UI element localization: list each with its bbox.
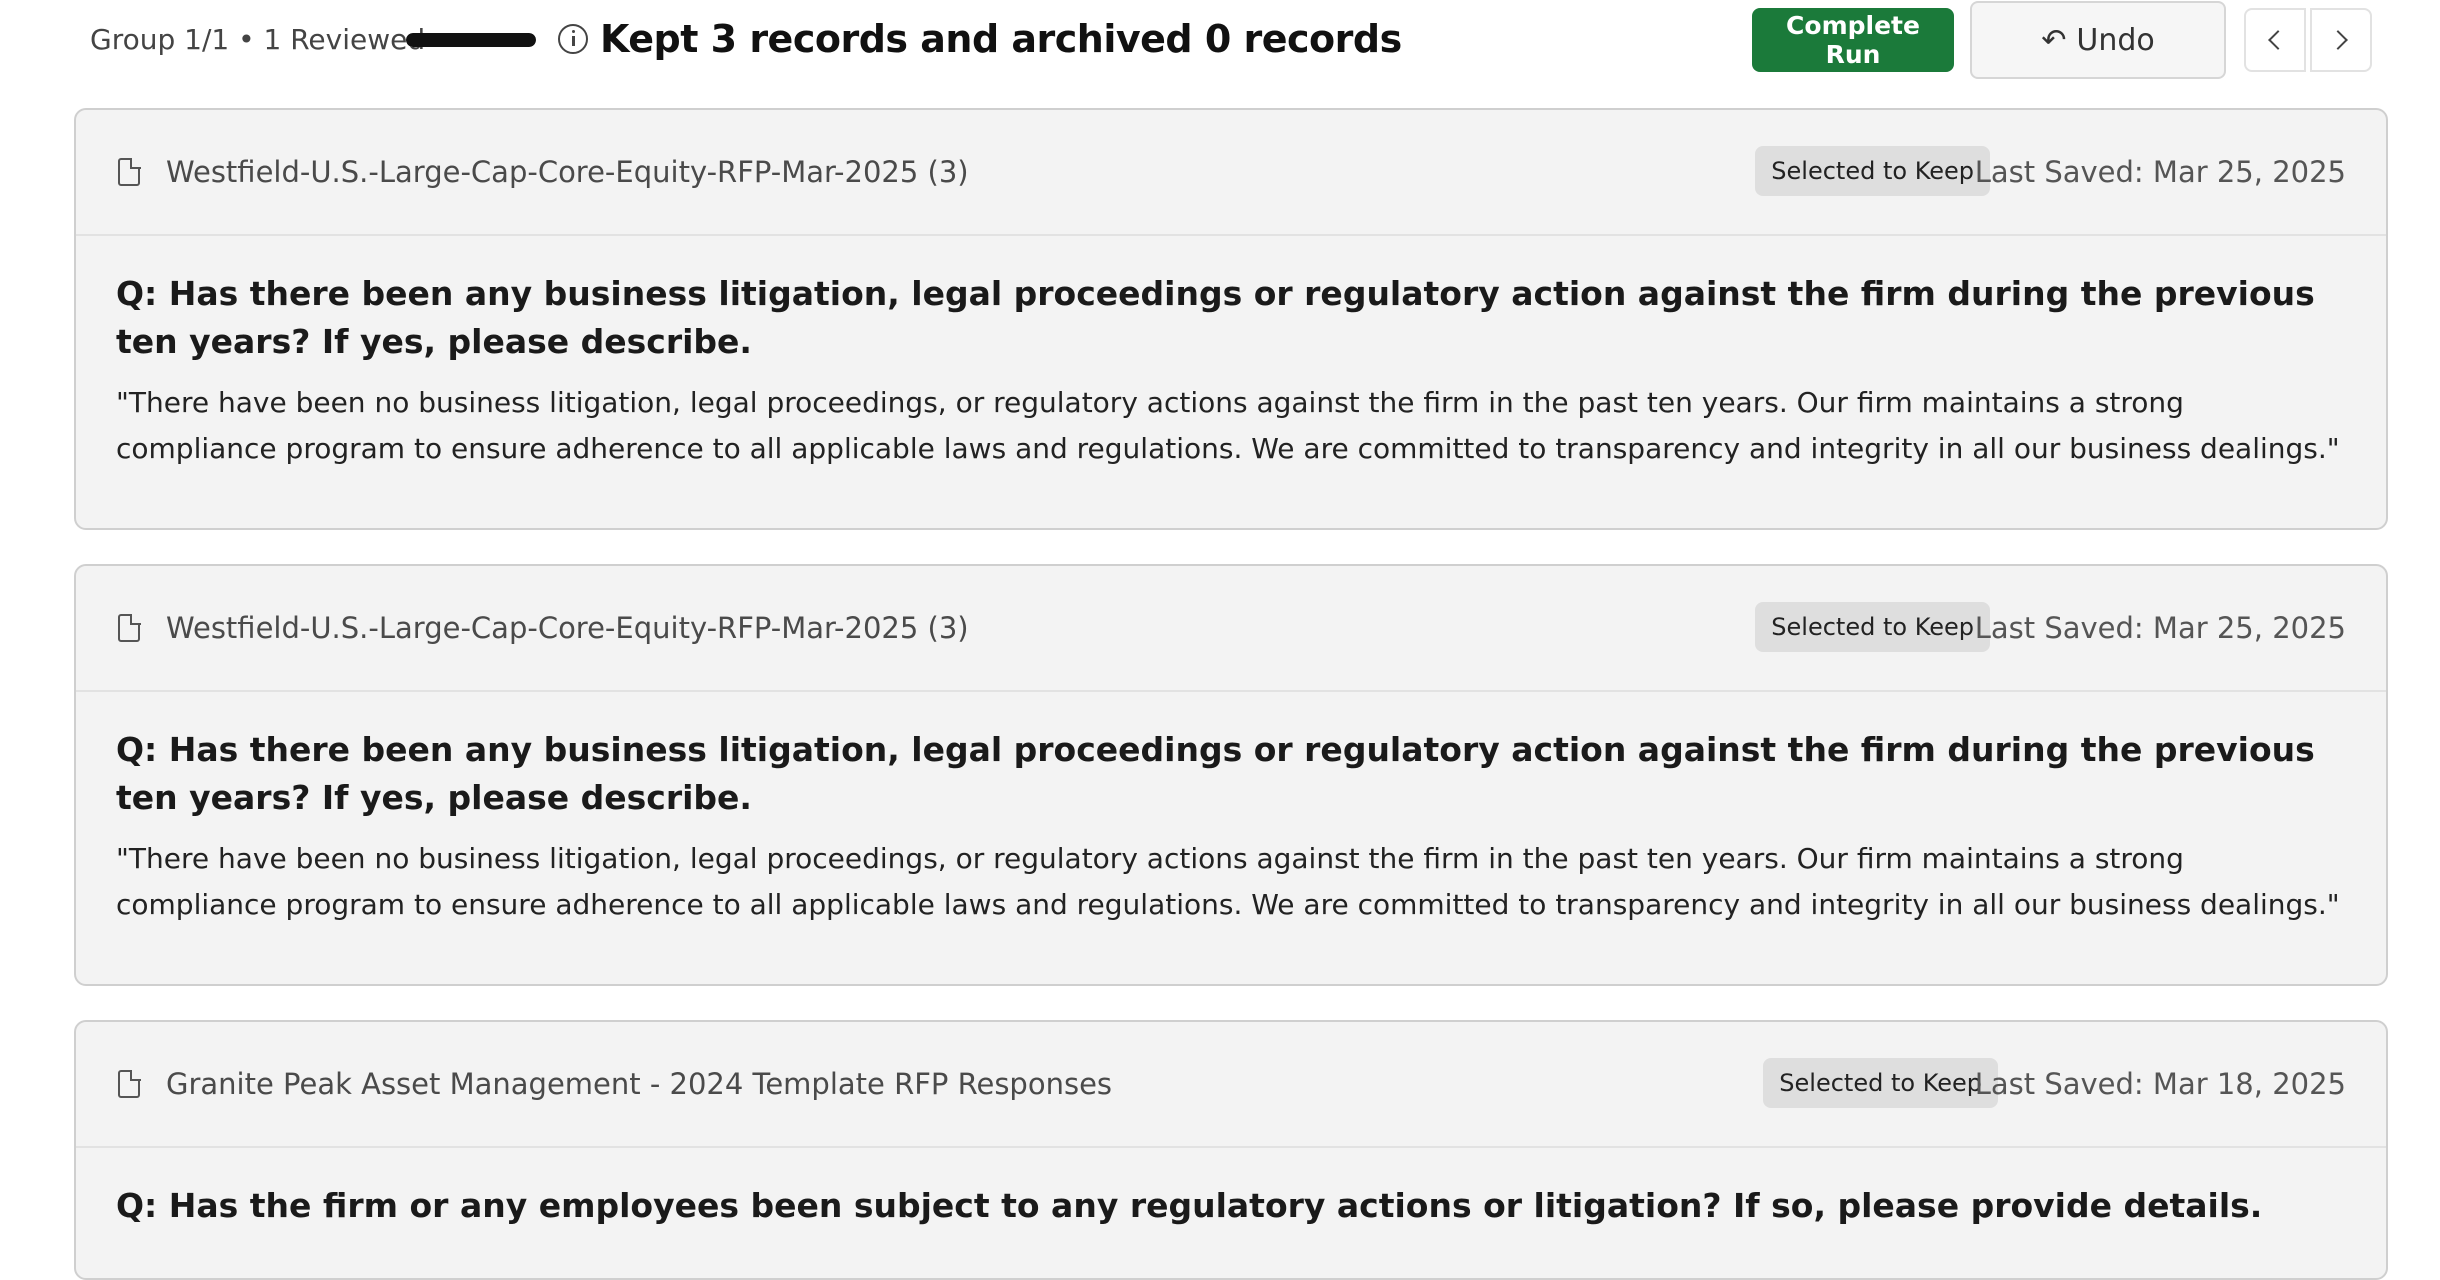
status-badge: Selected to Keep xyxy=(1755,602,1990,652)
record-question: Q: Has the firm or any employees been su… xyxy=(116,1186,2263,1225)
undo-button[interactable]: ↶ Undo xyxy=(1970,1,2226,79)
last-saved-date: Last Saved: Mar 18, 2025 xyxy=(1974,1067,2346,1101)
status-badge: Selected to Keep xyxy=(1763,1058,1998,1108)
undo-arrow-icon: ↶ xyxy=(2041,22,2067,58)
record-answer: "There have been no business litigation,… xyxy=(116,386,2340,465)
record-question: Q: Has there been any business litigatio… xyxy=(116,730,2315,817)
chevron-left-icon xyxy=(2268,30,2288,50)
record-question: Q: Has there been any business litigatio… xyxy=(116,274,2315,361)
record-card-body: Q: Has there been any business litigatio… xyxy=(76,236,2386,508)
record-card[interactable]: Westfield-U.S.-Large-Cap-Core-Equity-RFP… xyxy=(74,108,2388,530)
record-card-header: Westfield-U.S.-Large-Cap-Core-Equity-RFP… xyxy=(76,566,2386,692)
record-card[interactable]: Granite Peak Asset Management - 2024 Tem… xyxy=(74,1020,2388,1280)
record-card-header: Westfield-U.S.-Large-Cap-Core-Equity-RFP… xyxy=(76,110,2386,236)
document-icon xyxy=(118,1069,141,1098)
status-badge: Selected to Keep xyxy=(1755,146,1990,196)
chevron-right-icon xyxy=(2328,30,2348,50)
record-card-header: Granite Peak Asset Management - 2024 Tem… xyxy=(76,1022,2386,1148)
record-card-body: Q: Has the firm or any employees been su… xyxy=(76,1148,2386,1278)
record-file-name[interactable]: Westfield-U.S.-Large-Cap-Core-Equity-RFP… xyxy=(166,610,969,646)
complete-run-button[interactable]: Complete Run xyxy=(1752,8,1954,72)
record-file-name[interactable]: Granite Peak Asset Management - 2024 Tem… xyxy=(166,1066,1112,1102)
last-saved-date: Last Saved: Mar 25, 2025 xyxy=(1974,611,2346,645)
review-progress-fill xyxy=(406,33,536,47)
document-icon xyxy=(118,157,141,186)
pagination-controls xyxy=(2244,8,2372,72)
record-answer: "There have been no business litigation,… xyxy=(116,842,2340,921)
complete-run-label: Complete Run xyxy=(1786,11,1920,69)
top-bar: Group 1/1 • 1 Reviewed Kept 3 records an… xyxy=(0,0,2440,80)
last-saved-date: Last Saved: Mar 25, 2025 xyxy=(1974,155,2346,189)
undo-label: Undo xyxy=(2076,22,2155,58)
previous-button[interactable] xyxy=(2244,8,2306,72)
info-circle-icon[interactable] xyxy=(558,24,588,54)
record-file-name[interactable]: Westfield-U.S.-Large-Cap-Core-Equity-RFP… xyxy=(166,154,969,190)
review-progress-bar xyxy=(406,33,536,47)
group-status: Group 1/1 • 1 Reviewed xyxy=(90,23,426,56)
run-summary: Kept 3 records and archived 0 records xyxy=(600,17,1402,61)
next-button[interactable] xyxy=(2310,8,2372,72)
document-icon xyxy=(118,613,141,642)
record-card[interactable]: Westfield-U.S.-Large-Cap-Core-Equity-RFP… xyxy=(74,564,2388,986)
record-card-body: Q: Has there been any business litigatio… xyxy=(76,692,2386,964)
